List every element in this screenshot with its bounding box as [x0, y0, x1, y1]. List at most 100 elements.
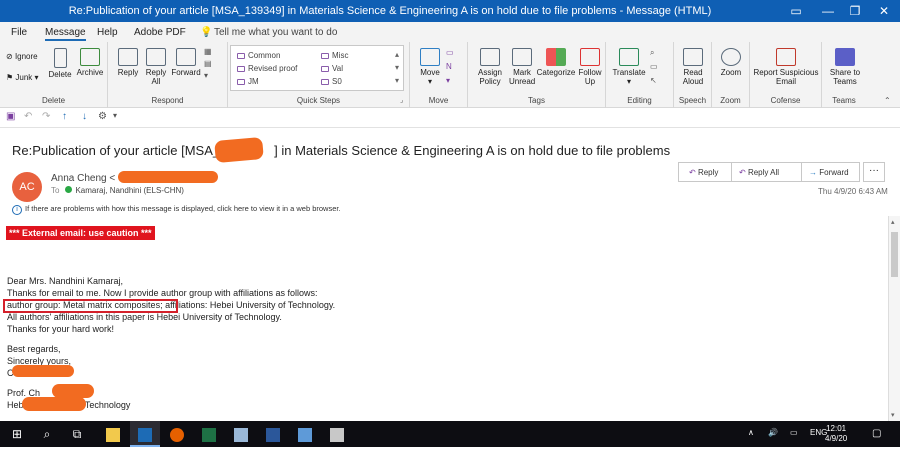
- reply-all-icon: ↶: [739, 168, 746, 177]
- follow-up-button[interactable]: Follow Up: [576, 48, 604, 86]
- zoom-button[interactable]: Zoom: [716, 48, 746, 77]
- assign-policy-button[interactable]: Assign Policy: [472, 48, 508, 86]
- reply-all-button[interactable]: ↶ Reply All: [739, 168, 779, 177]
- reply-ribbon-button[interactable]: Reply: [114, 48, 142, 77]
- firefox-icon[interactable]: [162, 421, 192, 447]
- message-body: *** External email: use caution *** Dear…: [0, 216, 888, 421]
- categorize-icon: [546, 48, 566, 66]
- menu-bar: File Message Help Adobe PDF 💡 Tell me wh…: [0, 22, 900, 42]
- avatar: AC: [12, 172, 42, 202]
- app-icon[interactable]: [290, 421, 320, 447]
- reply-all-icon: [146, 48, 166, 66]
- redaction-mark: [22, 397, 86, 411]
- network-icon[interactable]: ▭: [790, 428, 798, 437]
- quickstep-val[interactable]: Val: [321, 64, 343, 73]
- read-aloud-button[interactable]: Read Aloud: [678, 48, 708, 86]
- respond-group: Reply Reply All Forward ▦ ▤ ▾ Respond: [108, 42, 228, 108]
- menu-file[interactable]: File: [11, 27, 27, 38]
- quicksteps-scroll-icon[interactable]: ▴ ▾ ▾: [395, 48, 399, 87]
- menu-help[interactable]: Help: [97, 27, 118, 38]
- collapse-ribbon-icon[interactable]: ⌃: [884, 96, 891, 105]
- close-button[interactable]: ✕: [866, 2, 900, 20]
- report-suspicious-button[interactable]: Report Suspicious Email: [752, 48, 820, 86]
- clock[interactable]: 12:01 4/9/20: [825, 424, 847, 444]
- trash-icon: [53, 48, 67, 68]
- word-icon[interactable]: [258, 421, 288, 447]
- forward-ribbon-button[interactable]: Forward: [170, 48, 202, 77]
- redo-icon[interactable]: ↷: [42, 111, 50, 122]
- delete-button[interactable]: Delete: [48, 48, 72, 79]
- search-icon[interactable]: ⌕: [32, 421, 62, 447]
- ribbon-display-icon[interactable]: ▭: [778, 2, 814, 20]
- reply-button[interactable]: ↶ Reply: [689, 168, 718, 177]
- move-extra-icons[interactable]: ▭ N ▾: [446, 46, 454, 88]
- categorize-button[interactable]: Categorize: [536, 48, 576, 77]
- outlook-icon[interactable]: [130, 421, 160, 447]
- tell-me-search[interactable]: Tell me what you want to do: [214, 27, 337, 38]
- title-bar: Re:Publication of your article [MSA_1393…: [0, 0, 900, 22]
- quickstep-misc[interactable]: Misc: [321, 51, 348, 60]
- quickstep-jm[interactable]: JM: [237, 77, 259, 86]
- speech-group: Read Aloud Speech: [674, 42, 712, 108]
- show-hidden-icons[interactable]: ∧: [748, 428, 754, 437]
- quickstep-common[interactable]: Common: [237, 51, 280, 60]
- more-actions-button[interactable]: ···: [863, 162, 885, 182]
- down-arrow-icon[interactable]: ↓: [82, 111, 87, 122]
- archive-icon: [80, 48, 100, 66]
- recipient-line: To Kamaraj, Nandhini (ELS-CHN): [51, 186, 184, 195]
- display-info-bar[interactable]: i If there are problems with how this mes…: [12, 204, 341, 215]
- mark-unread-button[interactable]: Mark Unread: [508, 48, 536, 86]
- message-subject: Re:Publication of your article [MSA_] in…: [12, 143, 671, 158]
- body-line: Thanks for your hard work!: [7, 324, 115, 334]
- windows-start-icon[interactable]: ⊞: [2, 421, 32, 447]
- bottom-blank-area: [0, 447, 900, 471]
- customize-qat-icon[interactable]: ▾: [113, 111, 117, 120]
- translate-icon: [619, 48, 639, 66]
- sender-name[interactable]: Anna Cheng <: [51, 173, 115, 184]
- move-button[interactable]: Move ▾: [416, 48, 444, 86]
- archive-button[interactable]: Archive: [75, 48, 105, 77]
- dialog-launcher-icon[interactable]: ⌟: [400, 96, 403, 104]
- redaction-mark: [214, 136, 264, 164]
- editing-extra-icons[interactable]: ⌕ ▭ ↖: [650, 46, 658, 88]
- task-view-icon[interactable]: ⧉: [62, 421, 92, 447]
- file-explorer-icon[interactable]: [98, 421, 128, 447]
- format-icon[interactable]: ⚙: [98, 111, 107, 122]
- fish-hook-icon: [776, 48, 796, 66]
- quick-steps-label: Quick Steps: [296, 96, 341, 105]
- scroll-down-icon[interactable]: ▾: [891, 411, 895, 419]
- app-icon[interactable]: [226, 421, 256, 447]
- scroll-up-icon[interactable]: ▴: [891, 218, 895, 226]
- editing-group-label: Editing: [627, 96, 652, 105]
- scrollbar-thumb[interactable]: [891, 232, 898, 277]
- menu-adobe-pdf[interactable]: Adobe PDF: [134, 27, 186, 38]
- teams-icon: [835, 48, 855, 66]
- volume-icon[interactable]: 🔊: [768, 428, 778, 437]
- quickstep-s0[interactable]: S0: [321, 77, 342, 86]
- save-icon[interactable]: ▣: [6, 111, 15, 122]
- quick-steps-gallery[interactable]: Common Misc Revised proof Val JM S0 ▴ ▾ ▾: [230, 45, 404, 91]
- reply-all-ribbon-button[interactable]: Reply All: [142, 48, 170, 86]
- menu-message[interactable]: Message: [45, 27, 86, 41]
- forward-button[interactable]: → Forward: [809, 168, 849, 177]
- undo-icon[interactable]: ↶: [24, 111, 32, 122]
- notifications-icon[interactable]: ▢: [872, 428, 881, 439]
- respond-more-icons[interactable]: ▦ ▤ ▾: [204, 46, 212, 82]
- editing-group: Translate ▾ ⌕ ▭ ↖ Editing: [606, 42, 674, 108]
- window-title: Re:Publication of your article [MSA_1393…: [68, 5, 712, 17]
- vertical-scrollbar[interactable]: ▴ ▾: [888, 216, 900, 421]
- quickstep-revised-proof[interactable]: Revised proof: [237, 64, 297, 73]
- translate-button[interactable]: Translate ▾: [610, 48, 648, 86]
- tags-group: Assign Policy Mark Unread Categorize Fol…: [468, 42, 606, 108]
- body-line: Best regards,: [7, 344, 61, 354]
- body-line: All authors' affiliations in this paper …: [7, 312, 282, 322]
- recipient-name[interactable]: Kamaraj, Nandhini (ELS-CHN): [75, 186, 183, 195]
- share-to-teams-button[interactable]: Share to Teams: [826, 48, 864, 86]
- delete-group: ⊘ Ignore ⚑ Junk ▾ Delete Archive Delete: [0, 42, 108, 108]
- excel-icon[interactable]: [194, 421, 224, 447]
- ignore-button[interactable]: ⊘ Ignore: [6, 52, 38, 61]
- app-icon[interactable]: [322, 421, 352, 447]
- junk-button[interactable]: ⚑ Junk ▾: [6, 73, 39, 82]
- up-arrow-icon[interactable]: ↑: [62, 111, 67, 122]
- redaction-mark: [12, 365, 74, 377]
